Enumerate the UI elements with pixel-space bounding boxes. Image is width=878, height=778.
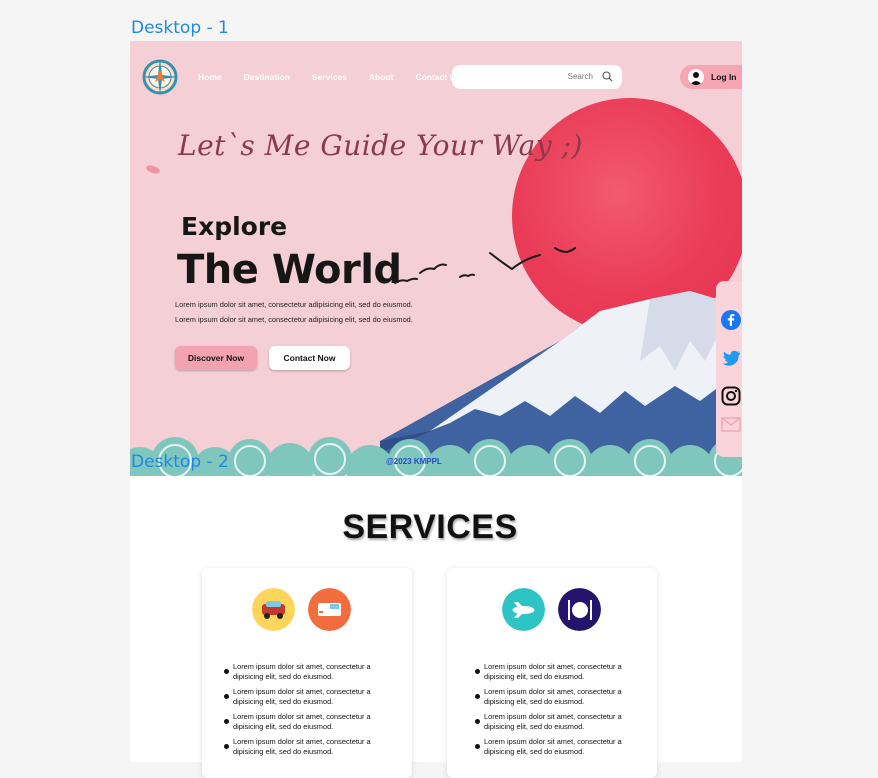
bus-icon	[308, 588, 351, 631]
main-nav: Home Destination Services About Contact …	[198, 72, 482, 82]
service-list: Lorem ipsum dolor sit amet, consectetur …	[224, 662, 389, 762]
dining-icon	[558, 588, 601, 631]
instagram-icon[interactable]	[721, 386, 741, 406]
compass-logo[interactable]	[140, 57, 180, 97]
search-icon[interactable]	[602, 71, 613, 82]
nav-about[interactable]: About	[369, 72, 394, 82]
hero-tagline: Let`s Me Guide Your Way ;)	[178, 129, 583, 162]
discover-now-button[interactable]: Discover Now	[175, 346, 257, 370]
social-sidebar	[716, 281, 742, 457]
login-label: Log In	[711, 72, 737, 82]
frame-label-desktop-2: Desktop - 2	[131, 452, 229, 472]
contact-now-button[interactable]: Contact Now	[269, 346, 350, 370]
list-item: Lorem ipsum dolor sit amet, consectetur …	[475, 662, 640, 682]
list-item: Lorem ipsum dolor sit amet, consectetur …	[475, 687, 640, 707]
services-section: SERVICES Lorem ipsum dolor sit amet, con…	[130, 476, 742, 778]
hero-world-heading: The World	[177, 247, 402, 293]
facebook-icon[interactable]	[721, 310, 741, 330]
list-item: Lorem ipsum dolor sit amet, consectetur …	[224, 737, 389, 757]
list-item: Lorem ipsum dolor sit amet, consectetur …	[224, 687, 389, 707]
mail-icon[interactable]	[721, 414, 741, 434]
car-icon	[252, 588, 295, 631]
airplane-icon	[502, 588, 545, 631]
nav-destination[interactable]: Destination	[244, 72, 290, 82]
list-item: Lorem ipsum dolor sit amet, consectetur …	[224, 712, 389, 732]
service-list: Lorem ipsum dolor sit amet, consectetur …	[475, 662, 640, 762]
list-item: Lorem ipsum dolor sit amet, consectetur …	[475, 737, 640, 757]
service-card-transport[interactable]: Lorem ipsum dolor sit amet, consectetur …	[202, 568, 412, 778]
hero-description-line-1: Lorem ipsum dolor sit amet, consectetur …	[175, 300, 413, 309]
service-card-travel[interactable]: Lorem ipsum dolor sit amet, consectetur …	[447, 568, 657, 778]
hero-description-line-2: Lorem ipsum dolor sit amet, consectetur …	[175, 315, 413, 324]
twitter-icon[interactable]	[721, 348, 741, 368]
search-input[interactable]: Search	[452, 65, 622, 89]
copyright-text: @2023 KMPPL	[386, 457, 442, 466]
list-item: Lorem ipsum dolor sit amet, consectetur …	[224, 662, 389, 682]
search-placeholder: Search	[567, 72, 593, 81]
nav-home[interactable]: Home	[198, 72, 222, 82]
nav-services[interactable]: Services	[312, 72, 347, 82]
services-title: SERVICES	[342, 508, 518, 546]
frame-label-desktop-1: Desktop - 1	[131, 18, 229, 38]
login-button[interactable]: Log In	[680, 65, 742, 89]
user-icon	[688, 69, 704, 85]
hero-section: Home Destination Services About Contact …	[130, 41, 742, 476]
list-item: Lorem ipsum dolor sit amet, consectetur …	[475, 712, 640, 732]
hero-explore-heading: Explore	[181, 212, 288, 241]
